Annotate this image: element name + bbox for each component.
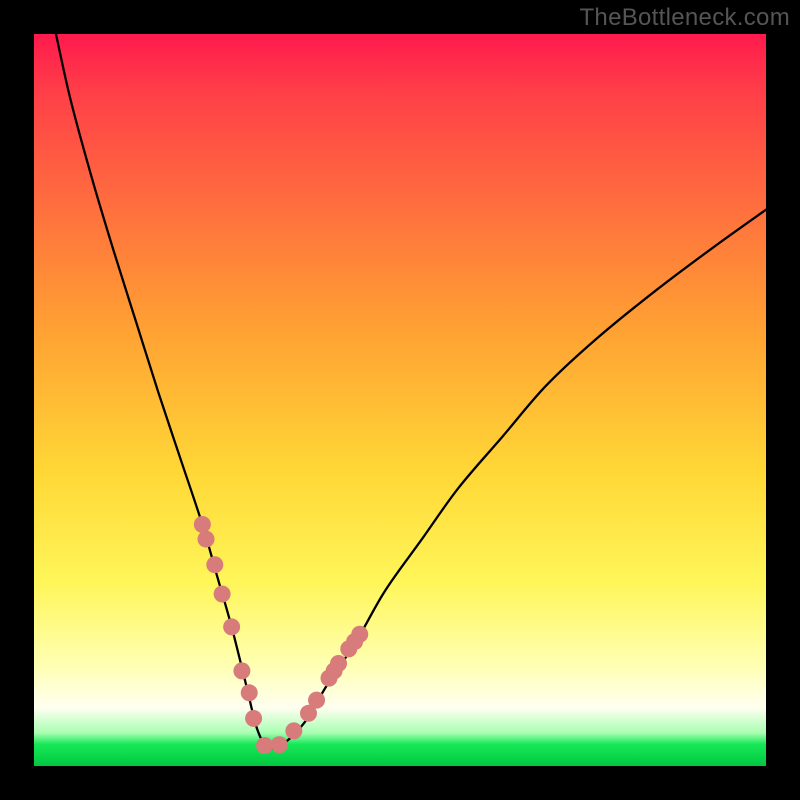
highlight-point	[198, 531, 215, 548]
highlight-markers	[194, 516, 368, 754]
highlight-point	[351, 626, 368, 643]
highlight-point	[330, 655, 347, 672]
highlight-point	[300, 705, 317, 722]
highlight-point	[223, 618, 240, 635]
highlight-point	[346, 633, 363, 650]
highlight-point	[206, 556, 223, 573]
highlight-point	[194, 516, 211, 533]
highlight-point	[241, 684, 258, 701]
highlight-point	[245, 710, 262, 727]
highlight-point	[214, 585, 231, 602]
highlight-point	[271, 736, 288, 753]
bottleneck-curve	[56, 34, 766, 749]
highlight-point	[340, 640, 357, 657]
highlight-point	[233, 662, 250, 679]
chart-frame: TheBottleneck.com	[0, 0, 800, 800]
highlight-point	[256, 737, 273, 754]
highlight-point	[326, 662, 343, 679]
highlight-point	[285, 722, 302, 739]
highlight-point	[308, 692, 325, 709]
highlight-point	[320, 670, 337, 687]
plot-area	[34, 34, 766, 766]
watermark-text: TheBottleneck.com	[579, 4, 790, 32]
curve-layer	[34, 34, 766, 766]
